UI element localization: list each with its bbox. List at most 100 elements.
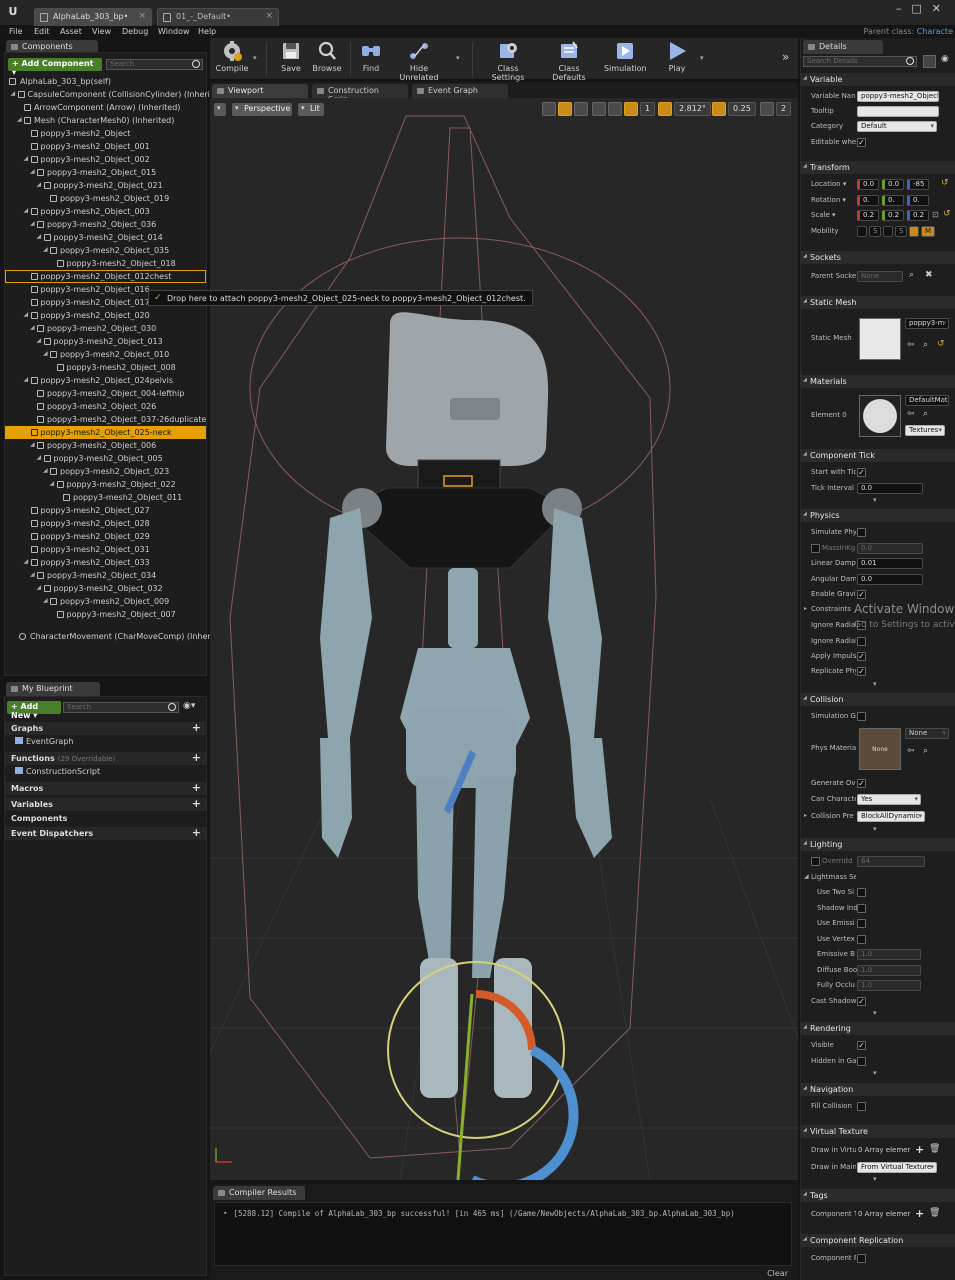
search-icon[interactable]: ⌕: [909, 270, 914, 280]
add-element-icon[interactable]: +: [915, 1207, 924, 1220]
browse-button[interactable]: Browse: [312, 40, 342, 73]
expand-arrow-icon[interactable]: ◢: [24, 428, 29, 435]
start-with-tick-checkbox[interactable]: ✓: [857, 468, 866, 477]
tab-construction-script[interactable]: Construction Scrip: [312, 84, 408, 104]
tab-event-graph[interactable]: Event Graph: [412, 84, 508, 98]
collision-preset-dropdown[interactable]: BlockAllDynamic: [857, 811, 925, 822]
variable-name-input[interactable]: poppy3-mesh2_Object_: [857, 91, 939, 102]
component-tree-row[interactable]: poppy3-mesh2_Object_027: [5, 504, 206, 517]
scale-snap-icon[interactable]: [712, 102, 726, 116]
find-button[interactable]: Find: [358, 40, 384, 73]
my-blueprint-search-input[interactable]: Search: [63, 702, 179, 713]
phys-material-thumbnail[interactable]: None: [859, 728, 901, 770]
component-tree-row[interactable]: poppy3-mesh2_Object_037-26duplicate: [5, 413, 206, 426]
expand-arrow-icon[interactable]: ◢: [30, 571, 35, 578]
rotation-y-input[interactable]: 0.: [882, 195, 904, 206]
play-button[interactable]: Play: [662, 40, 692, 73]
expand-arrow-icon[interactable]: ◢: [43, 467, 48, 474]
mass-override-checkbox[interactable]: [811, 544, 820, 553]
component-tree-row[interactable]: ◢ poppy3-mesh2_Object_015: [5, 166, 206, 179]
component-tree-row[interactable]: poppy3-mesh2_Object_008: [5, 361, 206, 374]
rotate-tool-icon[interactable]: [558, 102, 572, 116]
component-tree-row[interactable]: poppy3-mesh2_Object_011: [5, 491, 206, 504]
tick-interval-input[interactable]: 0.0: [857, 483, 923, 494]
component-tree-row[interactable]: ◢ poppy3-mesh2_Object_024pelvis: [5, 374, 206, 387]
camera-speed-icon[interactable]: [760, 102, 774, 116]
override-light-map-checkbox[interactable]: [811, 857, 820, 866]
tab-viewport[interactable]: Viewport: [212, 84, 308, 98]
expand-arrow-icon[interactable]: ◢: [30, 168, 35, 175]
compile-button[interactable]: Compile: [214, 40, 250, 73]
reset-to-default-icon[interactable]: ↺: [937, 339, 945, 349]
expand-arrow-icon[interactable]: ◢: [24, 558, 29, 565]
expand-arrow-icon[interactable]: ◢: [37, 454, 42, 461]
details-search-input[interactable]: Search Details: [803, 56, 917, 67]
replicate-physics-checkbox[interactable]: ✓: [857, 667, 866, 676]
component-tree-row[interactable]: ◢ poppy3-mesh2_Object_021: [5, 179, 206, 192]
lock-icon[interactable]: ⊡: [932, 210, 939, 219]
use-vertex-normal-checkbox[interactable]: [857, 935, 866, 944]
mass-input[interactable]: 0.0: [857, 543, 923, 554]
component-tree-row[interactable]: ◢ poppy3-mesh2_Object_002: [5, 153, 206, 166]
fully-occluded-input[interactable]: 1.0: [857, 980, 921, 991]
browse-icon[interactable]: ⌕: [923, 409, 928, 419]
world-local-icon[interactable]: [592, 102, 606, 116]
menu-window[interactable]: Window: [158, 27, 190, 36]
reset-to-default-icon[interactable]: ↺: [943, 209, 951, 219]
expand-advanced-icon[interactable]: ▾: [873, 1069, 883, 1077]
character-movement-row[interactable]: CharacterMovement (CharMoveComp) (Inheri…: [5, 630, 229, 643]
construction-script-item[interactable]: ConstructionScript: [15, 767, 100, 779]
component-tree-row[interactable]: poppy3-mesh2_Object_028: [5, 517, 206, 530]
scale-tool-icon[interactable]: [574, 102, 588, 116]
use-selected-arrow-icon[interactable]: ⇦: [907, 746, 915, 756]
hide-unrelated-button[interactable]: Hide Unrelated: [392, 40, 446, 82]
compiler-results-tab[interactable]: Compiler Results: [213, 1186, 305, 1200]
expand-arrow-icon[interactable]: ◢: [24, 155, 29, 162]
component-tree-row[interactable]: poppy3-mesh2_Object_004-lefthip: [5, 387, 206, 400]
use-selected-arrow-icon[interactable]: ⇦: [907, 340, 915, 350]
expand-arrow-icon[interactable]: ◢: [43, 246, 48, 253]
component-replication-category[interactable]: Component Replication: [801, 1234, 955, 1247]
browse-icon[interactable]: ⌕: [923, 746, 928, 756]
material-thumbnail[interactable]: [859, 395, 901, 437]
menu-asset[interactable]: Asset: [60, 27, 82, 36]
transform-category[interactable]: Transform: [801, 161, 955, 174]
translate-tool-icon[interactable]: [542, 102, 556, 116]
component-tree-row[interactable]: ◢ poppy3-mesh2_Object_003: [5, 205, 206, 218]
expand-arrow-icon[interactable]: ◢: [30, 441, 35, 448]
material-dropdown[interactable]: DefaultMat: [905, 395, 949, 406]
add-graph-icon[interactable]: +: [192, 721, 201, 734]
lighting-category[interactable]: Lighting: [801, 838, 955, 851]
component-tree-row[interactable]: poppy3-mesh2_Object_007: [5, 608, 206, 621]
reset-to-default-icon[interactable]: ↺: [941, 178, 949, 188]
component-tree-row[interactable]: poppy3-mesh2_Object_029: [5, 530, 206, 543]
static-mesh-category[interactable]: Static Mesh: [801, 296, 955, 309]
toolbar-overflow-icon[interactable]: »: [782, 50, 789, 64]
component-tree-row[interactable]: ◢ poppy3-mesh2_Object_025-neck: [5, 426, 206, 439]
hide-unrelated-dropdown-icon[interactable]: ▾: [456, 54, 460, 62]
can-character-step-dropdown[interactable]: Yes: [857, 794, 921, 805]
component-tree-row[interactable]: ◢ poppy3-mesh2_Object_006: [5, 439, 206, 452]
menu-help[interactable]: Help: [198, 27, 216, 36]
rotation-snap-value[interactable]: 2.812°: [674, 102, 711, 116]
macros-section[interactable]: Macros +: [5, 781, 206, 795]
ignore-radial-force-checkbox[interactable]: [857, 637, 866, 646]
my-blueprint-tab[interactable]: My Blueprint: [6, 682, 100, 696]
component-tree-row[interactable]: ◢ Mesh (CharacterMesh0) (Inherited): [5, 114, 206, 127]
diffuse-boost-input[interactable]: 1.0: [857, 965, 921, 976]
save-button[interactable]: Save: [276, 40, 306, 73]
grid-snap-icon[interactable]: [624, 102, 638, 116]
maximize-icon[interactable]: □: [911, 2, 931, 15]
component-replicates-checkbox[interactable]: [857, 1254, 866, 1263]
simulate-physics-checkbox[interactable]: [857, 528, 866, 537]
mobility-stationary-button[interactable]: S: [895, 226, 907, 237]
camera-speed-value[interactable]: 2: [776, 102, 792, 116]
expand-arrow-icon[interactable]: ◢: [11, 90, 16, 97]
mobility-stationary-icon[interactable]: [883, 226, 893, 237]
textures-dropdown[interactable]: Textures: [905, 425, 945, 436]
physics-category[interactable]: Physics: [801, 509, 955, 522]
grid-snap-value[interactable]: 1: [640, 102, 656, 116]
add-element-icon[interactable]: +: [915, 1143, 924, 1156]
location-z-input[interactable]: -85: [907, 179, 929, 190]
component-tree-row[interactable]: ◢ poppy3-mesh2_Object_009: [5, 595, 206, 608]
